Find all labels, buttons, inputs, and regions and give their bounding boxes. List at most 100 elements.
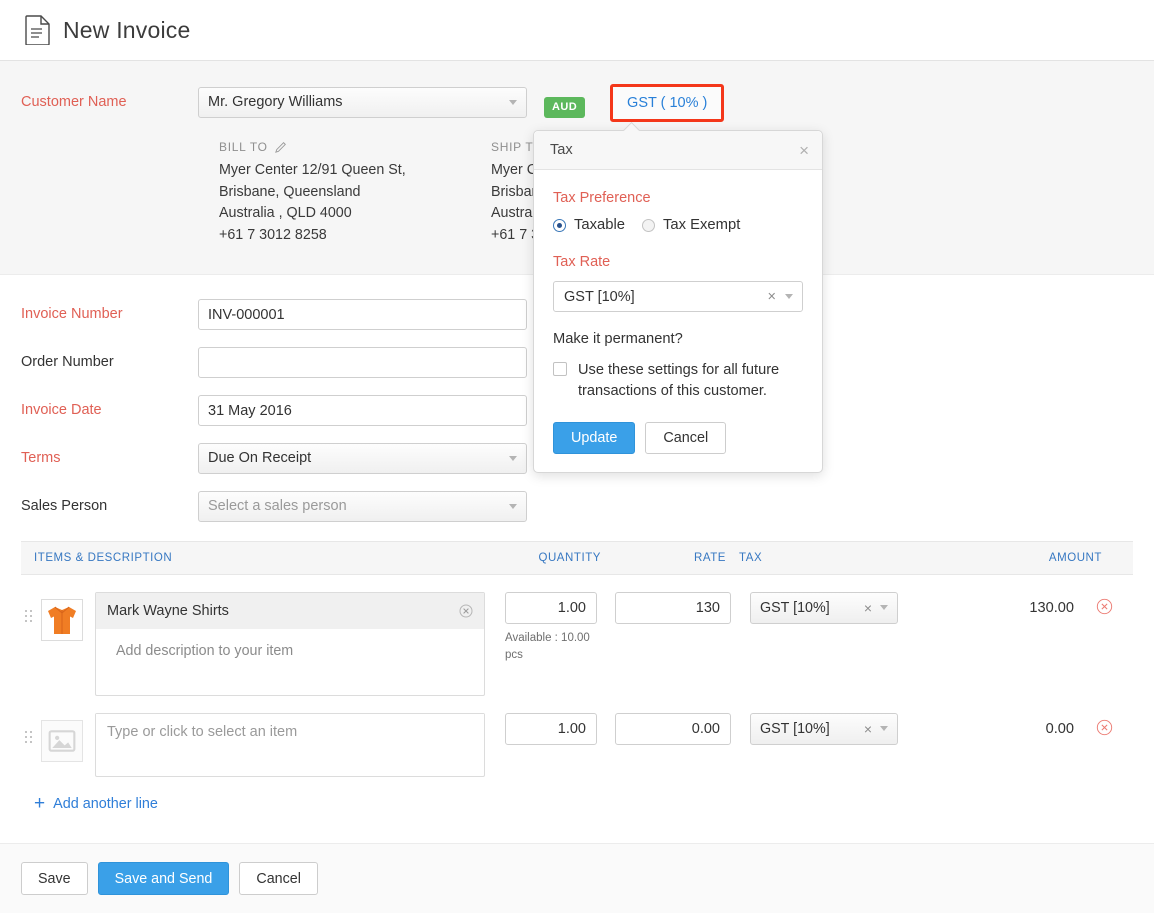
form-footer: Save Save and Send Cancel <box>0 843 1154 913</box>
order-number-label: Order Number <box>0 347 198 377</box>
clear-item-icon[interactable] <box>459 604 473 618</box>
bill-to-line: Australia , QLD 4000 <box>219 203 491 225</box>
column-header-quantity: QUANTITY <box>511 552 601 564</box>
gst-tax-button[interactable]: GST ( 10% ) <box>610 84 724 122</box>
customer-name-select[interactable]: Mr. Gregory Williams <box>198 87 527 118</box>
radio-tax-exempt[interactable]: Tax Exempt <box>642 217 740 233</box>
radio-taxable[interactable]: Taxable <box>553 217 625 233</box>
table-row: Mark Wayne Shirts Add description to you… <box>21 575 1133 696</box>
line-items-header: ITEMS & DESCRIPTION QUANTITY RATE TAX AM… <box>21 541 1133 575</box>
drag-handle-icon[interactable] <box>23 592 35 622</box>
item-name-box: Type or click to select an item <box>95 713 485 777</box>
invoice-date-label: Invoice Date <box>0 395 198 425</box>
clear-tax-icon[interactable]: × <box>864 600 872 616</box>
bill-to-line: Brisbane, Queensland <box>219 182 491 204</box>
make-permanent-question: Make it permanent? <box>553 331 803 347</box>
rate-cell <box>615 592 731 624</box>
bill-to-label: BILL TO <box>219 140 268 154</box>
tax-select[interactable]: GST [10%] × <box>750 713 898 745</box>
invoice-number-input[interactable] <box>198 299 527 330</box>
tax-rate-label: Tax Rate <box>553 254 803 270</box>
column-header-tax: TAX <box>726 552 926 564</box>
item-name-field[interactable]: Type or click to select an item <box>96 714 484 750</box>
new-invoice-page: New Invoice Customer Name Mr. Gregory Wi… <box>0 0 1154 913</box>
popover-buttons: Update Cancel <box>553 422 803 454</box>
popover-cancel-button[interactable]: Cancel <box>645 422 726 454</box>
update-button[interactable]: Update <box>553 422 635 454</box>
chevron-down-icon <box>785 294 794 300</box>
tax-popover: Tax × Tax Preference Taxable Tax Exempt … <box>533 130 823 473</box>
image-placeholder-icon <box>47 726 77 756</box>
chevron-down-icon <box>880 726 889 732</box>
item-name-text: Mark Wayne Shirts <box>107 603 229 619</box>
tax-rate-select[interactable]: GST [10%] × <box>553 281 803 312</box>
radio-taxable-label: Taxable <box>574 217 625 233</box>
column-header-rate: RATE <box>601 552 726 564</box>
drag-handle-icon[interactable] <box>23 713 35 743</box>
customer-name-select-wrap: Mr. Gregory Williams <box>198 87 527 118</box>
delete-row-cell <box>1074 592 1134 615</box>
item-thumbnail[interactable] <box>41 599 83 641</box>
tax-select-value: GST [10%] <box>760 721 830 737</box>
tax-cell: GST [10%] × <box>750 713 898 745</box>
item-description-field[interactable] <box>96 750 484 776</box>
close-icon[interactable]: × <box>799 142 809 159</box>
plus-icon: + <box>34 797 45 811</box>
clear-tax-icon[interactable]: × <box>864 721 872 737</box>
save-button[interactable]: Save <box>21 862 88 895</box>
customer-name-row: Customer Name Mr. Gregory Williams AUD G… <box>0 87 1154 122</box>
page-title: New Invoice <box>63 17 190 44</box>
item-thumbnail[interactable] <box>41 720 83 762</box>
delete-row-cell <box>1074 713 1134 736</box>
quantity-cell: Available : 10.00 pcs <box>505 592 597 664</box>
popover-body: Tax Preference Taxable Tax Exempt Tax Ra… <box>534 170 822 472</box>
rate-input[interactable] <box>615 713 731 745</box>
popover-header: Tax × <box>534 131 822 170</box>
permanent-checkbox[interactable] <box>553 362 567 376</box>
bill-to-line: +61 7 3012 8258 <box>219 225 491 247</box>
bill-to-block: BILL TO Myer Center 12/91 Queen St, Bris… <box>219 140 491 246</box>
invoice-date-wrap <box>198 395 527 426</box>
tax-select[interactable]: GST [10%] × <box>750 592 898 624</box>
line-items-table: ITEMS & DESCRIPTION QUANTITY RATE TAX AM… <box>21 541 1133 812</box>
item-description-field[interactable]: Add description to your item <box>96 629 484 695</box>
add-another-line-label: Add another line <box>53 796 158 812</box>
bill-to-line: Myer Center 12/91 Queen St, <box>219 160 491 182</box>
edit-pencil-icon[interactable] <box>275 141 287 153</box>
delete-row-icon[interactable] <box>1096 598 1113 615</box>
add-another-line-button[interactable]: + Add another line <box>34 796 1133 812</box>
rate-cell <box>615 713 731 745</box>
invoice-number-label: Invoice Number <box>0 299 198 329</box>
item-name-placeholder: Type or click to select an item <box>107 724 297 740</box>
permanent-checkbox-row[interactable]: Use these settings for all future transa… <box>553 360 803 402</box>
quantity-input[interactable] <box>505 592 597 624</box>
rate-input[interactable] <box>615 592 731 624</box>
chevron-down-icon <box>880 605 889 611</box>
amount-cell: 130.00 <box>898 592 1074 616</box>
document-icon <box>25 15 51 45</box>
cancel-button[interactable]: Cancel <box>239 862 318 895</box>
sales-person-row: Sales Person Select a sales person <box>0 491 1154 522</box>
save-and-send-button[interactable]: Save and Send <box>98 862 230 895</box>
clear-tax-rate-icon[interactable]: × <box>768 289 776 305</box>
quantity-cell <box>505 713 597 745</box>
sales-person-select[interactable]: Select a sales person <box>198 491 527 522</box>
sales-person-wrap: Select a sales person <box>198 491 527 522</box>
customer-name-label: Customer Name <box>0 87 198 117</box>
tax-preference-radios: Taxable Tax Exempt <box>553 217 803 233</box>
quantity-input[interactable] <box>505 713 597 745</box>
permanent-checkbox-label: Use these settings for all future transa… <box>578 360 803 402</box>
order-number-input[interactable] <box>198 347 527 378</box>
terms-label: Terms <box>0 443 198 473</box>
terms-select[interactable]: Due On Receipt <box>198 443 527 474</box>
popover-title: Tax <box>550 142 573 158</box>
radio-tax-exempt-label: Tax Exempt <box>663 217 740 233</box>
page-header: New Invoice <box>0 0 1154 61</box>
item-name-field[interactable]: Mark Wayne Shirts <box>96 593 484 629</box>
radio-dot-selected-icon <box>553 219 566 232</box>
tax-cell: GST [10%] × <box>750 592 898 624</box>
delete-row-icon[interactable] <box>1096 719 1113 736</box>
currency-badge: AUD <box>544 97 585 118</box>
tax-rate-value: GST [10%] <box>564 289 635 305</box>
invoice-date-input[interactable] <box>198 395 527 426</box>
